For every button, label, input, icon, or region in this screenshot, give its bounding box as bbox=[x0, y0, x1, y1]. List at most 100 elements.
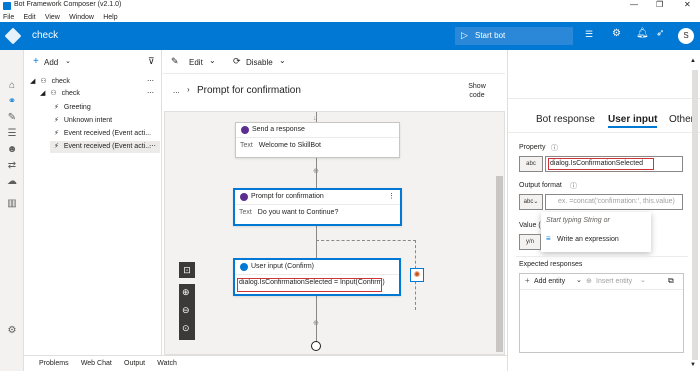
dropdown-hint: Start typing String or bbox=[546, 217, 610, 224]
minimize-icon[interactable]: — bbox=[630, 0, 638, 9]
tab-watch[interactable]: Watch bbox=[157, 356, 177, 372]
tree-item-trigger[interactable]: ⚡︎ Event received (Event acti... bbox=[54, 128, 158, 140]
disable-icon: ⟳ bbox=[233, 56, 241, 66]
node-header: Send a response bbox=[236, 123, 399, 137]
output-format-input[interactable]: ex. =concat('confirmation:', this.value) bbox=[545, 194, 683, 210]
settings-icon[interactable]: ⚙ bbox=[612, 28, 621, 39]
edit-menu-button[interactable]: Edit bbox=[189, 58, 203, 67]
design-icon[interactable]: ⚭ bbox=[6, 96, 18, 108]
canvas-toolbar: ✎ Edit ⌄ ⟳ Disable ⌄ bbox=[163, 50, 505, 74]
rocket-icon[interactable]: ➶ bbox=[656, 28, 664, 39]
configure-icon[interactable]: ✎ bbox=[6, 112, 18, 124]
zoom-in-icon[interactable]: ⊕ bbox=[182, 287, 190, 298]
tree-item-dialog[interactable]: ◢ ⚇ check ⋯ bbox=[40, 88, 158, 100]
end-node bbox=[311, 341, 321, 351]
node-title: Prompt for confirmation bbox=[251, 193, 324, 200]
scroll-up-icon[interactable]: ▲ bbox=[690, 58, 696, 64]
close-icon[interactable]: ✕ bbox=[684, 0, 691, 9]
property-label: Property bbox=[519, 144, 546, 151]
tree-item-trigger[interactable]: ⚡︎ Greeting bbox=[54, 102, 158, 114]
tree-item-trigger[interactable]: ⚡︎ Unknown intent bbox=[54, 115, 158, 127]
add-node-icon[interactable]: ⊕ bbox=[313, 319, 319, 327]
node-header: Prompt for confirmation ⋮ bbox=[235, 190, 400, 204]
left-rail: ⌂ ⚭ ✎ ☰ ☻ ⇄ ☁ ▥ ⚙ bbox=[0, 50, 24, 371]
breadcrumb-ellipsis[interactable]: ... bbox=[173, 86, 180, 95]
panel-scrollbar[interactable] bbox=[692, 70, 698, 360]
fit-icon[interactable]: ⊙ bbox=[182, 323, 190, 334]
title-bar: Bot Framework Composer (v2.1.0) — ❐ ✕ bbox=[0, 0, 700, 12]
more-icon[interactable]: ⋯ bbox=[147, 76, 154, 88]
menu-file[interactable]: File bbox=[3, 14, 14, 21]
tree-item-bot[interactable]: ◢ ⚇ check ⋯ bbox=[30, 76, 158, 88]
add-plus-icon[interactable]: + bbox=[33, 56, 39, 67]
breadcrumb-chevron-icon: › bbox=[187, 85, 190, 94]
expected-responses-editor[interactable]: + Add entity ⌄ ⊕ Insert entity ⌄ ⧉ bbox=[519, 273, 684, 353]
menu-help[interactable]: Help bbox=[103, 14, 117, 21]
tab-user-input[interactable]: User input bbox=[608, 114, 658, 128]
tree-item-trigger-selected[interactable]: ⚡︎ Event received (Event acti... ⋯ bbox=[50, 141, 160, 153]
expand-editor-icon[interactable]: ⧉ bbox=[668, 276, 674, 286]
library-icon[interactable]: ▥ bbox=[6, 198, 18, 210]
add-node-icon[interactable]: ⊕ bbox=[313, 167, 319, 175]
tree-item-label: check bbox=[61, 90, 80, 97]
minimap-button[interactable]: ⊡ bbox=[179, 262, 195, 278]
qna-icon[interactable]: ⇄ bbox=[6, 160, 18, 172]
node-title: Send a response bbox=[252, 126, 305, 133]
app-header: check ▷ Start bot ☰ ⚙ 🔔︎ ➶ S bbox=[0, 22, 700, 50]
flow-canvas[interactable]: ↓ ⊕ ⊕ Send a response Text Welcome to Sk… bbox=[164, 111, 505, 355]
menu-bar: File Edit View Window Help bbox=[0, 12, 700, 22]
start-bot-button[interactable]: ▷ Start bot bbox=[455, 27, 573, 45]
tab-output[interactable]: Output bbox=[124, 356, 145, 372]
app-logo-icon bbox=[3, 2, 11, 10]
more-icon[interactable]: ⋯ bbox=[149, 141, 156, 153]
canvas-scrollbar[interactable] bbox=[496, 176, 503, 352]
menu-view[interactable]: View bbox=[45, 14, 60, 21]
node-key: Text bbox=[240, 142, 253, 149]
more-icon[interactable]: ⋯ bbox=[147, 88, 154, 100]
node-key: Text bbox=[239, 209, 252, 216]
value-label: Value ( bbox=[519, 222, 541, 229]
disable-menu-button[interactable]: Disable bbox=[246, 58, 273, 67]
prompt-node[interactable]: Prompt for confirmation ⋮ Text Do you wa… bbox=[233, 188, 402, 226]
tab-problems[interactable]: Problems bbox=[39, 356, 69, 372]
tab-webchat[interactable]: Web Chat bbox=[81, 356, 112, 372]
bot-icon: ⚇ bbox=[40, 78, 47, 85]
highlight-box bbox=[237, 278, 382, 292]
notifications-icon[interactable]: 🔔︎ bbox=[636, 28, 649, 39]
tab-other[interactable]: Other bbox=[669, 114, 694, 128]
chat-icon[interactable]: ☰ bbox=[585, 29, 593, 40]
expression-icon: ≡ bbox=[546, 234, 551, 243]
home-icon[interactable]: ⌂ bbox=[6, 80, 18, 92]
node-more-icon[interactable]: ⋮ bbox=[388, 190, 395, 204]
add-button[interactable]: Add bbox=[44, 58, 58, 67]
filter-icon[interactable]: ⊽ bbox=[148, 56, 155, 67]
play-icon: ▷ bbox=[461, 30, 468, 40]
add-entity-button[interactable]: Add entity bbox=[534, 278, 565, 285]
type-dropdown[interactable]: abc⌄ bbox=[519, 194, 543, 210]
input-icon bbox=[240, 263, 248, 271]
menu-edit[interactable]: Edit bbox=[24, 14, 36, 21]
tabs-divider bbox=[508, 132, 700, 133]
panel-top-divider bbox=[508, 98, 700, 99]
show-code-button[interactable]: Show code bbox=[463, 82, 491, 100]
section-divider bbox=[516, 256, 688, 257]
restore-icon[interactable]: ❐ bbox=[656, 0, 663, 9]
start-bot-label: Start bot bbox=[475, 31, 506, 40]
tab-bot-response[interactable]: Bot response bbox=[536, 114, 595, 128]
trigger-icon: ⚡︎ bbox=[54, 117, 59, 124]
publish-icon[interactable]: ☁ bbox=[6, 176, 18, 188]
zoom-out-icon[interactable]: ⊖ bbox=[182, 305, 190, 316]
settings-rail-icon[interactable]: ⚙ bbox=[6, 325, 18, 337]
insert-entity-button[interactable]: Insert entity bbox=[596, 278, 632, 285]
menu-window[interactable]: Window bbox=[69, 14, 94, 21]
avatar[interactable]: S bbox=[678, 28, 694, 44]
type-dropdown-menu: Start typing String or ≡ Write an expres… bbox=[541, 212, 651, 252]
scroll-down-icon[interactable]: ▼ bbox=[690, 362, 696, 368]
send-response-node[interactable]: Send a response Text Welcome to SkillBot bbox=[235, 122, 400, 158]
write-expression-option[interactable]: ≡ Write an expression bbox=[541, 232, 651, 248]
node-value: Welcome to SkillBot bbox=[258, 142, 321, 149]
lg-icon[interactable]: ☰ bbox=[6, 128, 18, 140]
editor-toolbar: + Add entity ⌄ ⊕ Insert entity ⌄ ⧉ bbox=[520, 274, 683, 290]
users-icon[interactable]: ☻ bbox=[6, 144, 18, 156]
prompt-icon bbox=[240, 193, 248, 201]
